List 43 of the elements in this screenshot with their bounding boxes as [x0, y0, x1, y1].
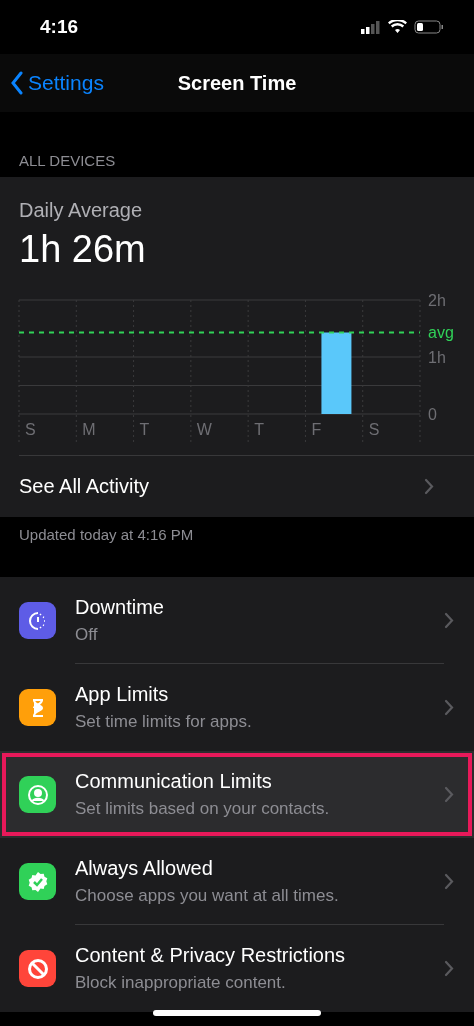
chevron-icon: [444, 960, 454, 977]
chevron-icon: [444, 873, 454, 890]
day-label: S: [368, 421, 380, 438]
back-chevron-icon: [10, 71, 24, 95]
chevron-icon: [444, 786, 454, 803]
row-title: Downtime: [75, 595, 165, 619]
day-label: F: [311, 421, 322, 438]
axis-label: 1h: [428, 349, 446, 366]
chevron-icon: [424, 478, 434, 495]
row-subtitle: Set time limits for apps.: [75, 712, 253, 732]
row-subtitle: Set limits based on your contacts.: [75, 799, 331, 819]
row-subtitle: Block inappropriate content.: [75, 973, 287, 993]
row-subtitle: Choose apps you want at all times.: [75, 885, 340, 906]
page-title: Screen Time: [177, 71, 297, 95]
day-label: S: [25, 421, 36, 438]
settings-row[interactable]: App Limits Set time limits for apps.: [0, 664, 474, 751]
wifi-icon: [388, 20, 407, 34]
row-title: Communication Limits: [75, 770, 273, 793]
row-title: Content & Privacy Restrictions: [75, 944, 347, 967]
settings-row[interactable]: Communication Limits Set limits based on your contacts.: [0, 751, 474, 838]
signal-icon: [361, 20, 381, 34]
see-all-activity-row[interactable]: See All Activity: [19, 455, 474, 517]
chevron-icon: [444, 612, 454, 629]
battery-icon: [414, 20, 444, 34]
chevron-icon: [444, 699, 454, 716]
section-header: ALL DEVICES: [18, 151, 117, 171]
settings-row[interactable]: Always Allowed Choose apps you want at all times.: [0, 838, 474, 925]
row-title: Always Allowed: [75, 856, 214, 880]
status-time: 4:16: [40, 16, 79, 38]
day-label: W: [196, 421, 212, 438]
updated-note: Updated today at 4:16 PM: [18, 525, 195, 545]
back-button[interactable]: Settings: [0, 71, 104, 95]
average-label: avg: [428, 324, 454, 342]
settings-row[interactable]: Downtime Off: [0, 577, 474, 664]
row-subtitle: Off: [75, 624, 99, 645]
summary-label: Daily Average: [18, 198, 144, 222]
day-label: T: [139, 421, 150, 438]
axis-label: 2h: [428, 292, 446, 309]
row-title: App Limits: [75, 683, 170, 706]
day-label: M: [82, 421, 96, 438]
axis-label: 0: [428, 406, 437, 423]
day-label: T: [254, 421, 264, 438]
summary-value: 1h 26m: [18, 227, 147, 271]
